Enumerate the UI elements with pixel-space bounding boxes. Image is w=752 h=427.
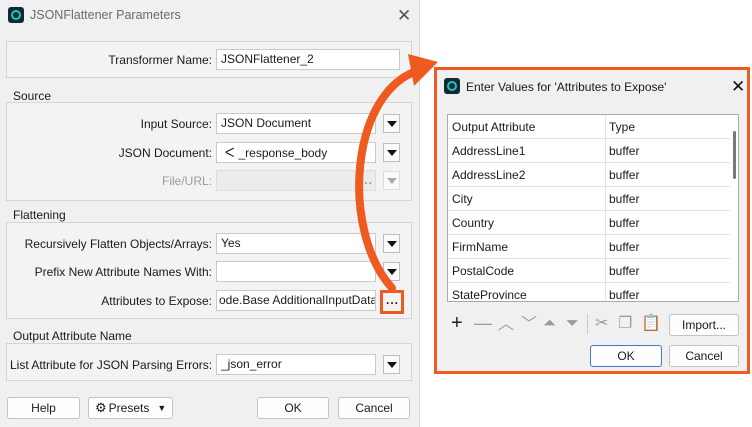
table-row[interactable]: Country buffer xyxy=(448,211,730,235)
recursive-flatten-select[interactable]: Yes xyxy=(216,233,376,254)
source-heading: Source xyxy=(13,89,52,103)
dialog-ok-button[interactable]: OK xyxy=(590,345,662,367)
json-document-value: _response_body xyxy=(238,146,328,160)
file-url-browse-button[interactable]: ... xyxy=(360,173,373,187)
dropdown-arrow-icon xyxy=(386,268,397,275)
table-row[interactable]: PostalCode buffer xyxy=(448,259,730,283)
attributes-to-expose-input[interactable]: ode.Base AdditionalInputData xyxy=(216,290,376,311)
cell-type[interactable]: buffer xyxy=(606,144,639,158)
dropdown-arrow-icon xyxy=(386,177,397,184)
move-bottom-icon[interactable]: ⏷ xyxy=(566,316,579,332)
table-row[interactable]: FirmName buffer xyxy=(448,235,730,259)
table-row[interactable]: StateProvince buffer xyxy=(448,283,730,302)
cell-type[interactable]: buffer xyxy=(606,192,639,206)
cancel-button[interactable]: Cancel xyxy=(338,397,410,419)
dialog-title-bar: Enter Values for 'Attributes to Expose' … xyxy=(437,70,747,102)
dropdown-arrow-icon xyxy=(386,240,397,247)
parameters-dialog: JSONFlattener Parameters ✕ Transformer N… xyxy=(0,0,420,427)
cell-type[interactable]: buffer xyxy=(606,288,639,302)
file-url-label: File/URL: xyxy=(161,174,212,188)
cell-output-attribute[interactable]: Country xyxy=(448,211,606,234)
app-icon xyxy=(8,7,24,23)
cell-output-attribute[interactable]: PostalCode xyxy=(448,259,606,282)
table-scrollbar[interactable] xyxy=(733,131,736,179)
import-button[interactable]: Import... xyxy=(669,314,739,336)
cell-output-attribute[interactable]: FirmName xyxy=(448,235,606,258)
title-bar: JSONFlattener Parameters ✕ xyxy=(0,0,419,30)
list-attribute-dropdown[interactable] xyxy=(383,355,400,374)
cell-type[interactable]: buffer xyxy=(606,240,639,254)
paste-icon[interactable]: 📋 xyxy=(641,316,661,332)
recursive-flatten-label: Recursively Flatten Objects/Arrays: xyxy=(24,237,212,251)
window-title: JSONFlattener Parameters xyxy=(30,8,181,22)
column-header-output-attribute[interactable]: Output Attribute xyxy=(448,115,606,138)
cell-output-attribute[interactable]: City xyxy=(448,187,606,210)
cell-type[interactable]: buffer xyxy=(606,216,639,230)
dialog-title: Enter Values for 'Attributes to Expose' xyxy=(466,80,667,94)
gear-icon: ⚙ xyxy=(95,400,107,415)
expose-button-highlight xyxy=(380,290,404,314)
input-source-label: Input Source: xyxy=(140,117,212,131)
prefix-dropdown[interactable] xyxy=(383,262,400,281)
file-url-dropdown[interactable] xyxy=(383,171,400,190)
output-heading: Output Attribute Name xyxy=(13,329,132,343)
json-document-label: JSON Document: xyxy=(118,146,212,160)
add-icon[interactable]: + xyxy=(451,313,463,333)
attributes-table: Output Attribute Type AddressLine1 buffe… xyxy=(447,114,739,302)
list-attribute-input[interactable]: _json_error xyxy=(216,354,376,375)
cell-type[interactable]: buffer xyxy=(606,168,639,182)
transformer-name-input[interactable]: JSONFlattener_2 xyxy=(216,49,400,70)
cut-icon[interactable]: ✂ xyxy=(595,316,608,332)
cell-output-attribute[interactable]: AddressLine1 xyxy=(448,139,606,162)
list-attribute-label: List Attribute for JSON Parsing Errors: xyxy=(10,358,213,372)
presets-button[interactable]: ⚙ Presets ▼ xyxy=(88,397,173,419)
move-top-icon[interactable]: ⏶ xyxy=(543,316,556,332)
dialog-cancel-button[interactable]: Cancel xyxy=(669,345,739,367)
dropdown-arrow-icon xyxy=(386,120,397,127)
presets-label: Presets xyxy=(108,401,150,415)
input-source-dropdown[interactable] xyxy=(383,114,400,133)
remove-icon[interactable]: — xyxy=(474,314,492,332)
dropdown-arrow-icon xyxy=(386,149,397,156)
attribute-value-icon: ᐸ xyxy=(225,145,235,160)
cell-output-attribute[interactable]: StateProvince xyxy=(448,283,606,301)
json-document-input[interactable]: ᐸ _response_body xyxy=(216,142,376,163)
table-header: Output Attribute Type xyxy=(448,115,730,139)
ok-button[interactable]: OK xyxy=(257,397,329,419)
dropdown-arrow-icon xyxy=(386,361,397,368)
close-icon[interactable]: ✕ xyxy=(397,7,411,24)
json-document-dropdown[interactable] xyxy=(383,143,400,162)
attributes-to-expose-label: Attributes to Expose: xyxy=(101,294,212,308)
move-up-icon[interactable]: ︿ xyxy=(498,317,514,333)
input-source-select[interactable]: JSON Document xyxy=(216,113,376,134)
cell-type[interactable]: buffer xyxy=(606,264,639,278)
attributes-to-expose-dialog: Enter Values for 'Attributes to Expose' … xyxy=(434,67,750,374)
table-row[interactable]: AddressLine1 buffer xyxy=(448,139,730,163)
help-button[interactable]: Help xyxy=(7,397,80,419)
cell-output-attribute[interactable]: AddressLine2 xyxy=(448,163,606,186)
close-icon[interactable]: ✕ xyxy=(731,78,745,95)
move-down-icon[interactable]: ﹀ xyxy=(521,317,537,333)
column-header-type[interactable]: Type xyxy=(606,120,635,134)
app-icon xyxy=(444,78,460,94)
prefix-label: Prefix New Attribute Names With: xyxy=(34,265,212,279)
file-url-input[interactable] xyxy=(216,170,376,191)
chevron-down-icon: ▼ xyxy=(157,403,167,413)
recursive-flatten-dropdown[interactable] xyxy=(383,234,400,253)
flattening-heading: Flattening xyxy=(13,208,66,222)
toolbar-separator xyxy=(587,314,588,334)
table-row[interactable]: City buffer xyxy=(448,187,730,211)
prefix-input[interactable] xyxy=(216,261,376,282)
transformer-name-label: Transformer Name: xyxy=(108,53,212,67)
table-row[interactable]: AddressLine2 buffer xyxy=(448,163,730,187)
copy-icon[interactable]: ❐ xyxy=(618,316,632,332)
